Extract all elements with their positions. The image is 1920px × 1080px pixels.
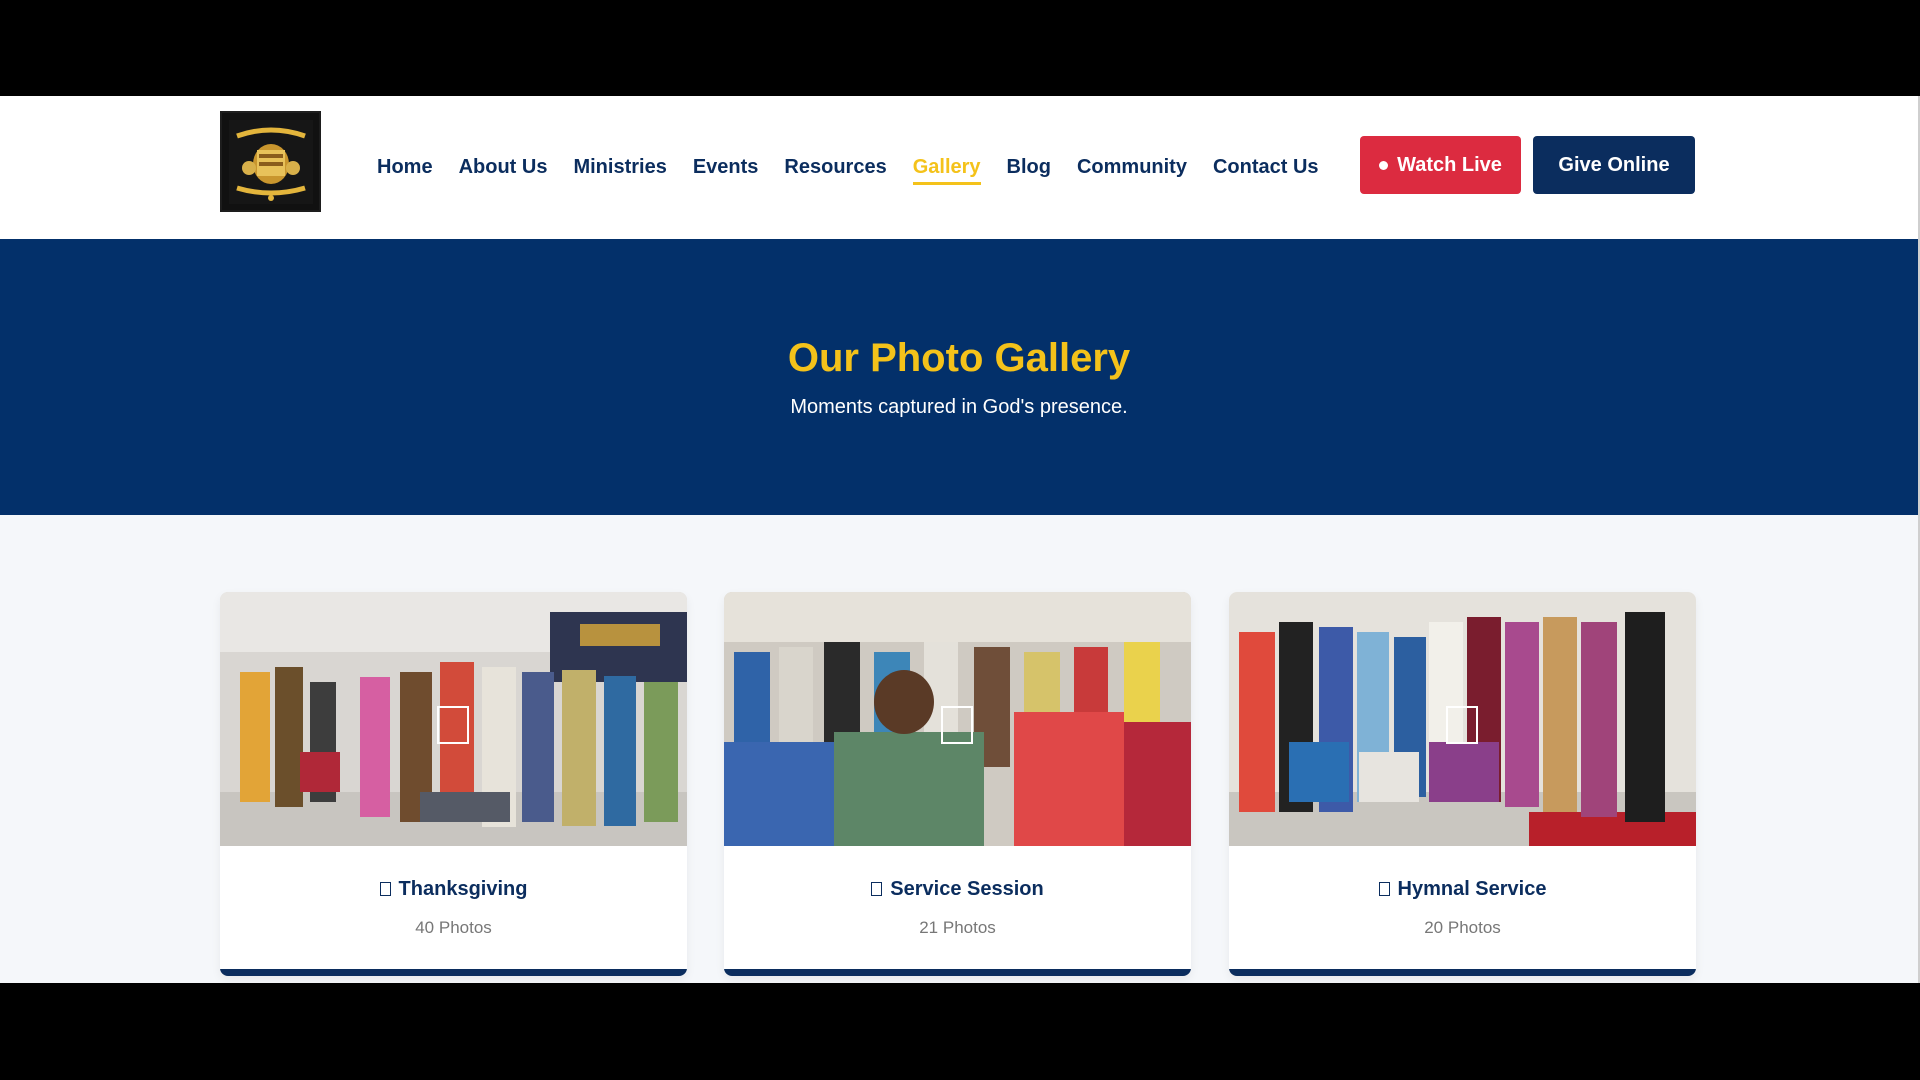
give-online-button[interactable]: Give Online bbox=[1533, 136, 1695, 194]
watch-live-label: Watch Live bbox=[1397, 153, 1502, 176]
watch-live-button[interactable]: Watch Live bbox=[1360, 136, 1521, 194]
album-title-text: Service Session bbox=[890, 878, 1044, 900]
album-title-text: Hymnal Service bbox=[1397, 878, 1547, 900]
nav-events[interactable]: Events bbox=[693, 156, 759, 179]
page-subtitle: Moments captured in God's presence. bbox=[790, 396, 1128, 418]
nav-about-us[interactable]: About Us bbox=[459, 156, 548, 179]
give-online-label: Give Online bbox=[1558, 153, 1670, 176]
nav-contact-us[interactable]: Contact Us bbox=[1213, 156, 1319, 179]
album-title: Hymnal Service bbox=[1229, 878, 1696, 901]
site-logo[interactable] bbox=[220, 111, 321, 212]
main-navigation: Home About Us Ministries Events Resource… bbox=[377, 96, 1345, 239]
nav-gallery[interactable]: Gallery bbox=[912, 156, 981, 185]
gallery-card-hymnal-service[interactable]: Hymnal Service 20 Photos bbox=[1229, 592, 1696, 976]
album-title: Thanksgiving bbox=[220, 878, 687, 901]
photo-count: 40 Photos bbox=[415, 918, 492, 937]
album-title: Service Session bbox=[724, 878, 1191, 901]
album-title-text: Thanksgiving bbox=[398, 878, 528, 900]
photo-count: 21 Photos bbox=[919, 918, 996, 937]
browser-viewport: Home About Us Ministries Events Resource… bbox=[0, 96, 1918, 983]
album-icon bbox=[379, 882, 391, 896]
gallery-card-thanksgiving[interactable]: Thanksgiving 40 Photos bbox=[220, 592, 687, 976]
album-icon bbox=[1378, 882, 1390, 896]
album-icon bbox=[871, 882, 883, 896]
gallery-photo[interactable] bbox=[220, 592, 687, 846]
ministry-emblem-icon bbox=[228, 119, 313, 204]
gallery-overlay-icon bbox=[1446, 706, 1478, 744]
site-header: Home About Us Ministries Events Resource… bbox=[0, 96, 1918, 239]
gallery-overlay-icon bbox=[437, 706, 469, 744]
photo-count: 20 Photos bbox=[1424, 918, 1501, 937]
gallery-photo[interactable] bbox=[1229, 592, 1696, 846]
gallery-photo[interactable] bbox=[724, 592, 1191, 846]
nav-ministries[interactable]: Ministries bbox=[573, 156, 666, 179]
gallery-overlay-icon bbox=[941, 706, 973, 744]
live-dot-icon bbox=[1379, 160, 1389, 170]
nav-home[interactable]: Home bbox=[377, 156, 433, 179]
gallery-hero: Our Photo Gallery Moments captured in Go… bbox=[0, 239, 1918, 515]
page-title: Our Photo Gallery bbox=[787, 336, 1131, 380]
nav-blog[interactable]: Blog bbox=[1007, 156, 1051, 179]
nav-resources[interactable]: Resources bbox=[784, 156, 886, 179]
nav-community[interactable]: Community bbox=[1077, 156, 1187, 179]
gallery-card-service-session[interactable]: Service Session 21 Photos bbox=[724, 592, 1191, 976]
